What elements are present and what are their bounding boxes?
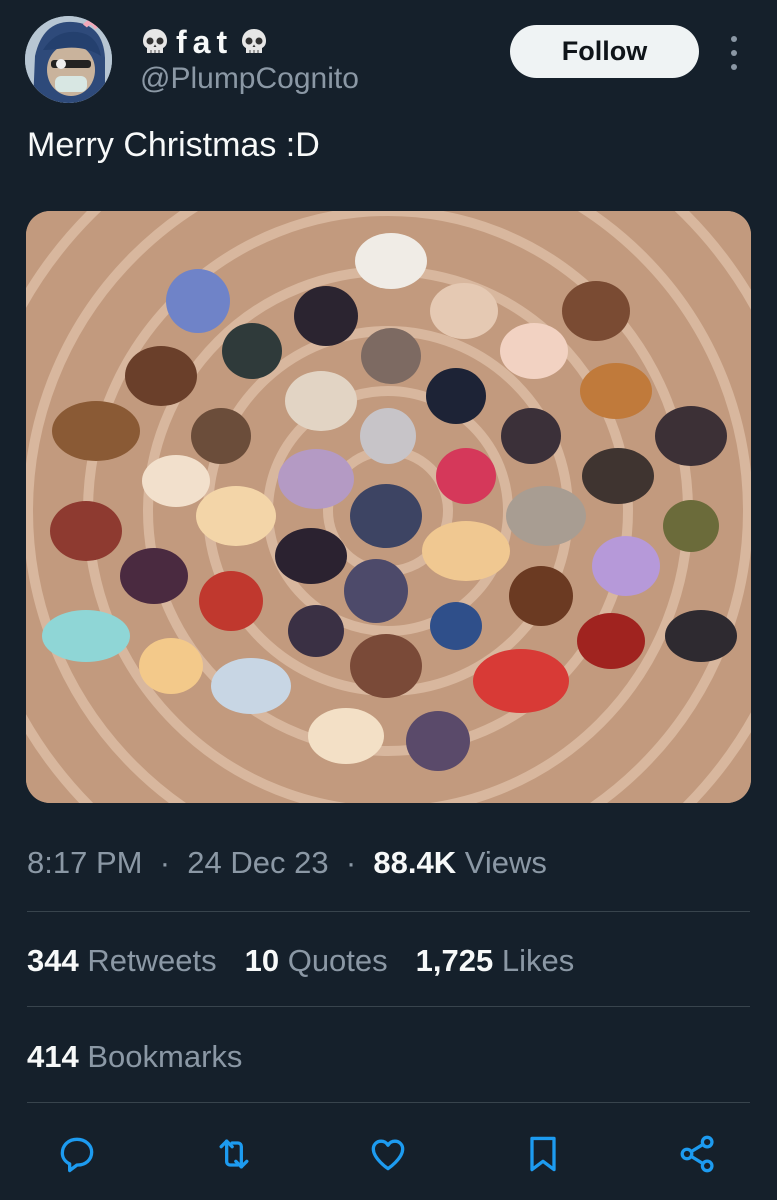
bookmarks-stat[interactable]: 414 Bookmarks	[27, 1039, 242, 1075]
divider	[27, 1006, 750, 1007]
retweets-count: 344	[27, 943, 79, 978]
likes-label: Likes	[501, 943, 575, 978]
artwork-illustration	[26, 211, 751, 803]
tweet-meta: 8:17 PM · 24 Dec 23 · 88.4K Views	[27, 845, 547, 881]
likes-stat[interactable]: 1,725 Likes	[416, 943, 575, 979]
engagement-stats: 344 Retweets 10 Quotes 1,725 Likes	[27, 943, 574, 979]
divider	[27, 1102, 750, 1103]
views-label: Views	[464, 845, 547, 880]
quotes-stat[interactable]: 10 Quotes	[245, 943, 388, 979]
more-options-icon[interactable]	[722, 36, 746, 70]
tweet-time[interactable]: 8:17 PM	[27, 845, 142, 880]
display-name-row[interactable]: fat	[140, 22, 269, 62]
divider	[27, 911, 750, 912]
tweet-date[interactable]: 24 Dec 23	[187, 845, 328, 880]
reply-icon[interactable]	[55, 1132, 99, 1176]
avatar[interactable]	[25, 16, 112, 103]
tweet-image[interactable]	[26, 211, 751, 803]
action-bar	[0, 1122, 777, 1182]
quotes-count: 10	[244, 943, 280, 978]
skull-icon	[239, 27, 269, 57]
quotes-label: Quotes	[287, 943, 388, 978]
meta-separator: ·	[151, 845, 179, 880]
tweet-header: fat @PlumpCognito Follow	[0, 0, 777, 110]
retweets-stat[interactable]: 344 Retweets	[27, 943, 217, 979]
bookmark-icon[interactable]	[521, 1132, 565, 1176]
avatar-image	[25, 16, 112, 103]
retweets-label: Retweets	[87, 943, 217, 978]
like-icon[interactable]	[366, 1132, 410, 1176]
display-name: fat	[176, 23, 234, 60]
bookmarks-label: Bookmarks	[87, 1039, 243, 1074]
user-handle[interactable]: @PlumpCognito	[140, 62, 359, 96]
views-count: 88.4K	[373, 845, 457, 880]
bookmarks-count: 414	[27, 1039, 79, 1074]
share-icon[interactable]	[676, 1132, 720, 1176]
meta-separator: ·	[337, 845, 365, 880]
retweet-icon[interactable]	[212, 1132, 256, 1176]
skull-icon	[140, 27, 170, 57]
likes-count: 1,725	[415, 943, 494, 978]
tweet-text: Merry Christmas :D	[27, 126, 320, 164]
follow-button[interactable]: Follow	[510, 25, 699, 78]
